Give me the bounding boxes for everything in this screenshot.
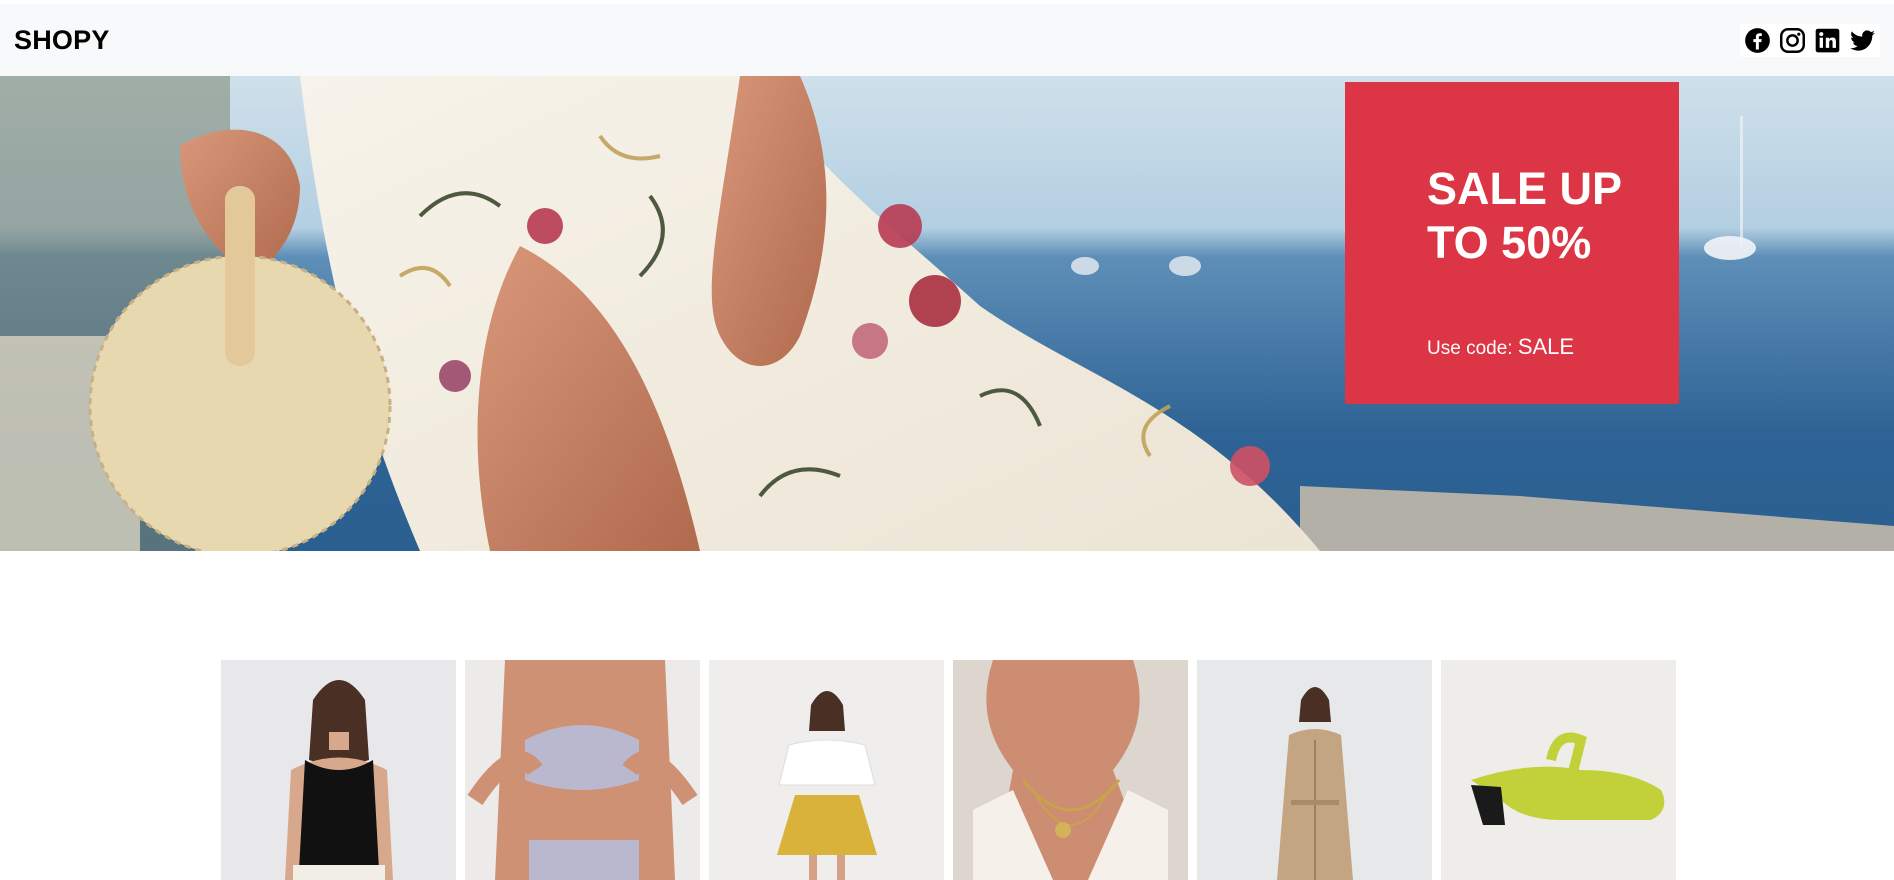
social-links bbox=[1740, 23, 1880, 57]
product-card-yellow-skirt[interactable] bbox=[709, 660, 944, 880]
yellow-skirt-white-top-photo bbox=[709, 660, 944, 880]
sale-promo-box: SALE UP TO 50% Use code: SALE bbox=[1345, 82, 1679, 404]
gold-necklace-jewelry-photo bbox=[953, 660, 1188, 880]
beige-shirt-dress-photo bbox=[1197, 660, 1432, 880]
twitter-icon[interactable] bbox=[1849, 27, 1876, 54]
promo-code: SALE bbox=[1517, 334, 1575, 359]
product-card-lavender-bra[interactable] bbox=[465, 660, 700, 880]
hero-banner: SALE UP TO 50% Use code: SALE bbox=[0, 76, 1894, 551]
facebook-icon[interactable] bbox=[1744, 27, 1771, 54]
lime-green-mule-shoe-photo bbox=[1441, 660, 1676, 880]
promo-code-line: Use code: SALE bbox=[1427, 334, 1679, 360]
linkedin-icon[interactable] bbox=[1814, 27, 1841, 54]
product-card-necklace[interactable] bbox=[953, 660, 1188, 880]
brand-logo[interactable]: SHOPY bbox=[14, 25, 110, 56]
black-crop-top-photo bbox=[221, 660, 456, 880]
instagram-icon[interactable] bbox=[1779, 27, 1806, 54]
navbar: SHOPY bbox=[0, 4, 1894, 76]
product-card-beige-dress[interactable] bbox=[1197, 660, 1432, 880]
product-gallery bbox=[221, 660, 1679, 880]
product-card-black-top[interactable] bbox=[221, 660, 456, 880]
promo-title: SALE UP TO 50% bbox=[1427, 163, 1622, 268]
product-card-green-mule[interactable] bbox=[1441, 660, 1676, 880]
lavender-sports-bra-photo bbox=[465, 660, 700, 880]
promo-code-label: Use code: bbox=[1427, 338, 1513, 359]
